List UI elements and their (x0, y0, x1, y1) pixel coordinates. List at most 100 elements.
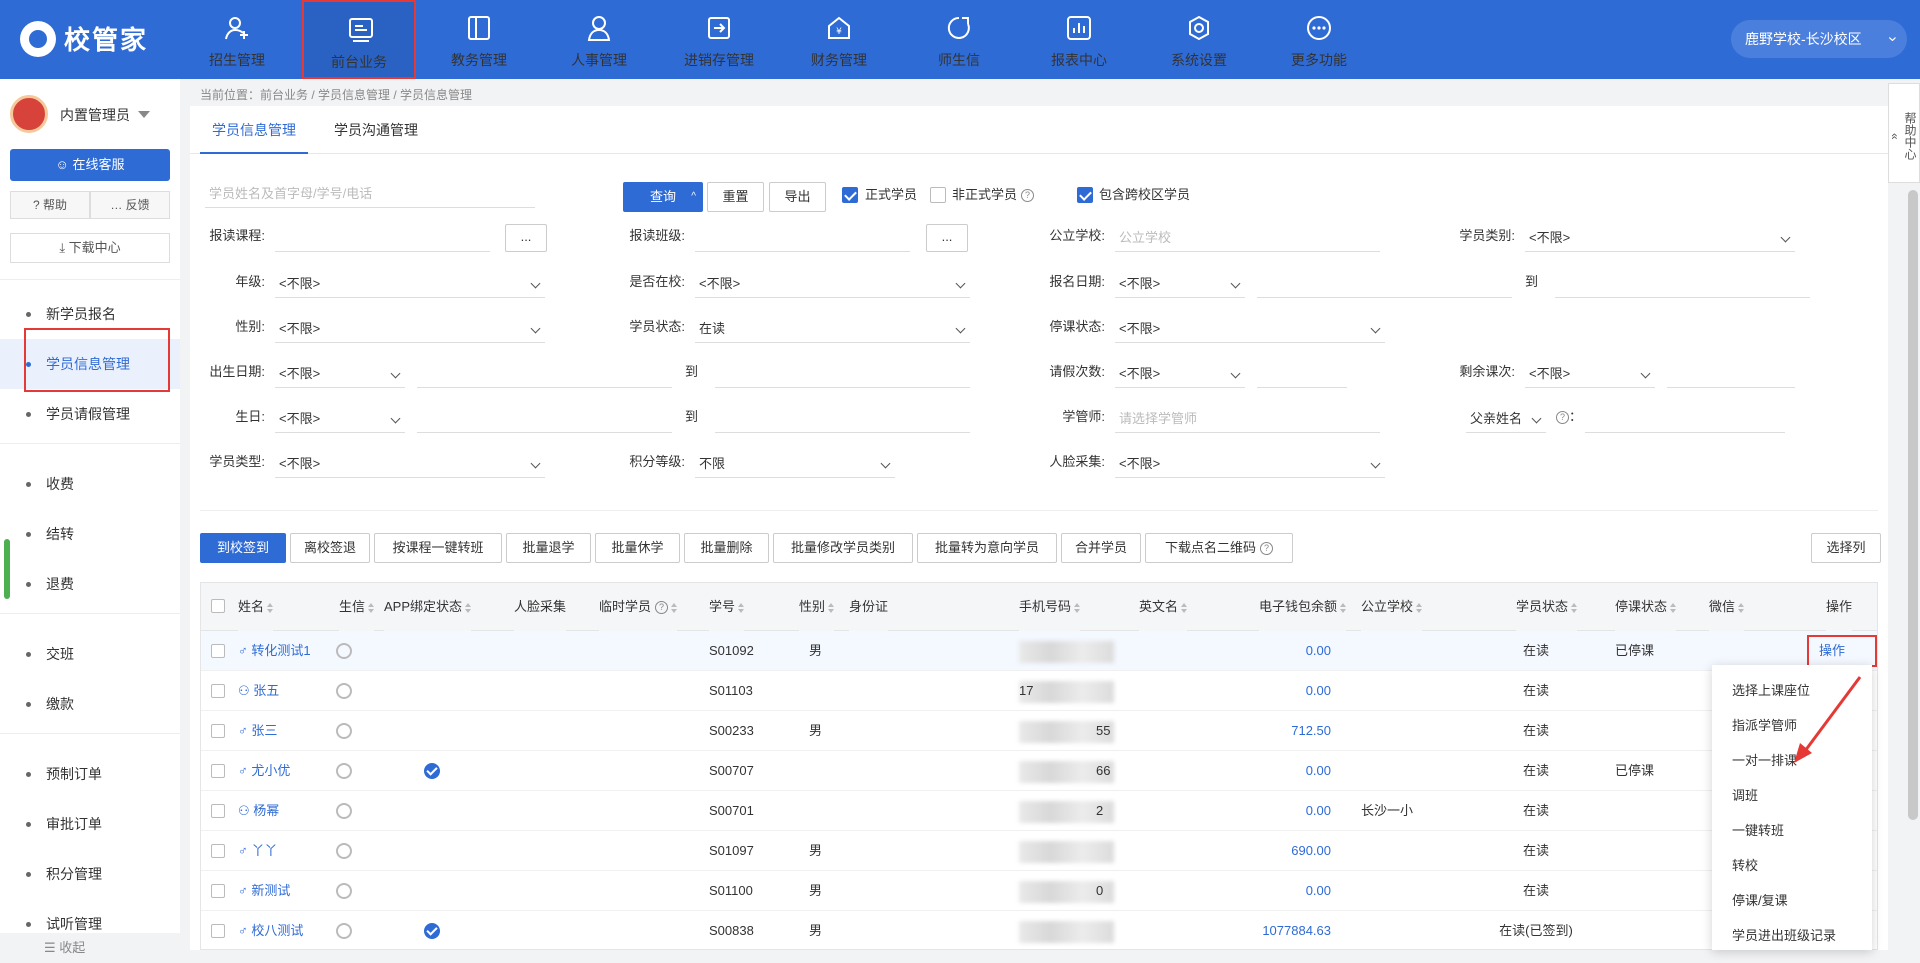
batch-suspend-button[interactable]: 批量休学 (595, 533, 680, 563)
batch-withdraw-button[interactable]: 批量退学 (506, 533, 591, 563)
birthday-to[interactable] (715, 405, 970, 433)
parent-name-input[interactable] (1585, 405, 1785, 433)
col-english-name[interactable]: 英文名 (1139, 583, 1188, 631)
sidebar-item-charge[interactable]: 收费 (0, 459, 180, 509)
nav-finance[interactable]: ¥ 财务管理 (779, 0, 899, 79)
sidebar-item-student-leave[interactable]: 学员请假管理 (0, 389, 180, 439)
student-name-cell[interactable]: ♂ 校八测试 (238, 911, 338, 949)
birth-date-to[interactable] (715, 360, 970, 388)
enroll-date-to[interactable] (1555, 270, 1810, 298)
download-center-button[interactable]: ⤓ 下载中心 (10, 233, 170, 263)
sidebar-item-shift-handover[interactable]: 交班 (0, 629, 180, 679)
row-checkbox[interactable] (211, 644, 225, 658)
nav-inventory[interactable]: 进销存管理 (659, 0, 779, 79)
feedback-button[interactable]: … 反馈 (90, 191, 170, 219)
student-name-cell[interactable]: ♂ 尤小优 (238, 751, 338, 791)
col-student-status[interactable]: 学员状态 (1516, 583, 1578, 631)
row-checkbox[interactable] (211, 764, 225, 778)
row-checkbox[interactable] (211, 804, 225, 818)
table-row[interactable]: ♂ 丫丫 S01097 男 690.00 在读 (201, 831, 1877, 871)
col-name[interactable]: 姓名 (238, 583, 274, 631)
col-temporary[interactable]: 临时学员? (599, 583, 678, 631)
batch-delete-button[interactable]: 批量删除 (684, 533, 769, 563)
enroll-date-select[interactable]: <不限> (1115, 270, 1245, 298)
manager-input[interactable]: 请选择学管师 (1115, 405, 1380, 433)
nav-settings[interactable]: 系统设置 (1139, 0, 1259, 79)
reset-button[interactable]: 重置 (707, 182, 764, 212)
col-gender[interactable]: 性别 (799, 583, 835, 631)
remaining-lessons-select[interactable]: <不限> (1525, 360, 1655, 388)
col-student-id[interactable]: 学号 (709, 583, 745, 631)
menu-item-one-on-one[interactable]: 一对一排课 (1732, 743, 1797, 778)
col-public-school[interactable]: 公立学校 (1361, 583, 1423, 631)
public-school-input[interactable]: 公立学校 (1115, 224, 1380, 252)
nav-reports[interactable]: 报表中心 (1019, 0, 1139, 79)
col-wechat[interactable]: 微信 (1709, 583, 1745, 631)
row-checkbox[interactable] (211, 924, 225, 938)
leave-count-select[interactable]: <不限> (1115, 360, 1245, 388)
menu-item-assign-manager[interactable]: 指派学管师 (1732, 708, 1797, 743)
birth-date-select[interactable]: <不限> (275, 360, 405, 388)
formal-student-checkbox[interactable] (842, 187, 858, 203)
sidebar-scrollbar[interactable] (4, 539, 10, 599)
student-type-select[interactable]: <不限> (275, 450, 545, 478)
course-input[interactable] (275, 224, 490, 252)
col-app-binding[interactable]: APP绑定状态 (384, 583, 472, 631)
menu-item-suspend-resume[interactable]: 停课/复课 (1732, 883, 1788, 918)
select-all-checkbox[interactable] (211, 599, 225, 613)
campus-selector[interactable]: 鹿野学校-长沙校区 (1731, 20, 1907, 58)
check-in-button[interactable]: 到校签到 (200, 533, 286, 563)
nav-more[interactable]: 更多功能 (1259, 0, 1379, 79)
leave-count-input[interactable] (1257, 360, 1347, 388)
gender-select[interactable]: <不限> (275, 315, 545, 343)
tab-student-communication[interactable]: 学员沟通管理 (322, 106, 430, 154)
help-icon[interactable]: ? (1021, 189, 1035, 203)
page-scrollbar[interactable] (1908, 190, 1918, 820)
merge-students-button[interactable]: 合并学员 (1061, 533, 1141, 563)
class-picker-button[interactable]: ... (926, 224, 968, 252)
avatar[interactable] (10, 95, 48, 133)
row-checkbox[interactable] (211, 884, 225, 898)
nav-hr[interactable]: 人事管理 (539, 0, 659, 79)
grade-select[interactable]: <不限> (275, 270, 545, 298)
course-transfer-button[interactable]: 按课程一键转班 (374, 533, 502, 563)
student-name-cell[interactable]: ⚇ 张五 (238, 671, 338, 711)
choose-columns-button[interactable]: 选择列 (1811, 533, 1881, 563)
col-wallet[interactable]: 电子钱包余额 (1259, 583, 1347, 631)
check-out-button[interactable]: 离校签退 (290, 533, 370, 563)
admin-name[interactable]: 内置管理员 (60, 105, 130, 125)
nav-messages[interactable]: 师生信 (899, 0, 1019, 79)
help-icon[interactable]: ? (1556, 411, 1569, 425)
menu-item-class-history[interactable]: 学员进出班级记录 (1732, 918, 1836, 953)
remaining-lessons-input[interactable] (1667, 360, 1795, 388)
parent-field-select[interactable]: 父亲姓名 (1466, 405, 1546, 433)
nav-enrollment[interactable]: 招生管理 (177, 0, 297, 79)
search-input[interactable]: 学员姓名及首字母/学号/电话 (205, 180, 535, 208)
menu-item-transfer-school[interactable]: 转校 (1732, 848, 1758, 883)
help-button[interactable]: ? 帮助 (10, 191, 90, 219)
batch-intent-button[interactable]: 批量转为意向学员 (917, 533, 1057, 563)
sidebar-item-carryover[interactable]: 结转 (0, 509, 180, 559)
online-service-button[interactable]: ☺ 在线客服 (10, 149, 170, 181)
batch-category-button[interactable]: 批量修改学员类别 (773, 533, 913, 563)
sidebar-item-trial[interactable]: 试听管理 (0, 899, 180, 933)
class-input[interactable] (695, 224, 910, 252)
sidebar-item-approval[interactable]: 审批订单 (0, 799, 180, 849)
app-logo[interactable]: 校管家 (20, 20, 148, 57)
points-level-select[interactable]: 不限 (695, 450, 895, 478)
face-capture-select[interactable]: <不限> (1115, 450, 1385, 478)
table-row[interactable]: ⚇ 张五 S01103 17 0.00 在读 (201, 671, 1877, 711)
student-category-select[interactable]: <不限> (1525, 224, 1795, 252)
nav-reception[interactable]: 前台业务 (302, 0, 416, 79)
student-name-cell[interactable]: ⚇ 杨幂 (238, 791, 338, 831)
student-name-cell[interactable]: ♂ 丫丫 (238, 831, 338, 871)
cross-campus-checkbox[interactable] (1077, 187, 1093, 203)
student-status-select[interactable]: 在读 (695, 315, 970, 343)
table-row[interactable]: ♂ 转化测试1 S01092 男 0.00 在读 已停课 操作 (201, 631, 1877, 671)
menu-item-change-class[interactable]: 调班 (1732, 778, 1758, 813)
row-checkbox[interactable] (211, 724, 225, 738)
student-name-cell[interactable]: ♂ 转化测试1 (238, 631, 338, 671)
tab-student-info[interactable]: 学员信息管理 (200, 106, 308, 154)
help-icon[interactable]: ? (655, 601, 669, 615)
table-row[interactable]: ⚇ 杨幂 S00701 2 0.00 长沙一小 在读 (201, 791, 1877, 831)
